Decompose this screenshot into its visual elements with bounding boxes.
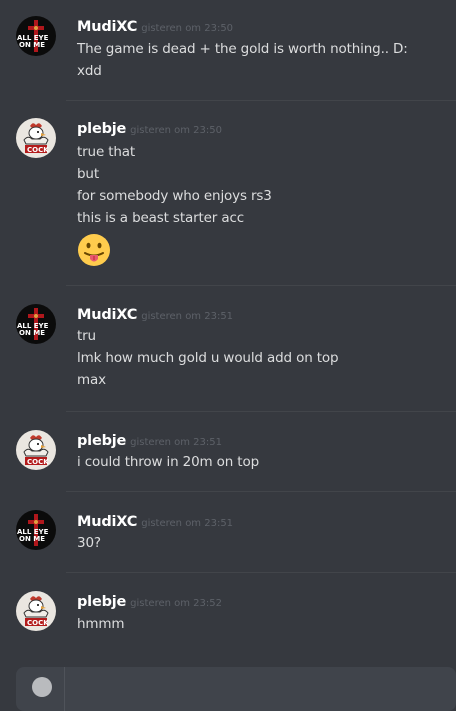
message-text: lmk how much gold u would add on top [77, 350, 339, 366]
message-group: COCK plebje gisteren om 23:50 true that b… [0, 101, 456, 284]
chat-message-list: ALL EYE ON ME MudiXC gisteren om 23:50 Th… [0, 0, 456, 711]
message-input-box[interactable] [16, 667, 456, 711]
message-content: 30? [77, 532, 447, 554]
message-text: but [77, 166, 99, 182]
message-text: tru [77, 328, 96, 344]
username[interactable]: plebje [77, 433, 126, 449]
timestamp: gisteren om 23:51 [141, 518, 234, 529]
message-header: MudiXC gisteren om 23:50 [77, 16, 233, 35]
timestamp: gisteren om 23:50 [141, 23, 234, 34]
username[interactable]: plebje [77, 121, 126, 137]
timestamp: gisteren om 23:51 [141, 311, 234, 322]
message-text: i could throw in 20m on top [77, 454, 259, 470]
message-content: hmmm [77, 613, 447, 635]
message-header: plebje gisteren om 23:52 [77, 591, 222, 610]
message-content: tru lmk how much gold u would add on top… [77, 325, 447, 391]
stuck-out-tongue-emoji[interactable] [77, 233, 111, 267]
message-text: true that [77, 144, 136, 160]
avatar-plebje[interactable]: COCK [16, 591, 56, 631]
avatar-mudixc[interactable]: ALL EYE ON ME [16, 16, 56, 56]
message-text: this is a beast starter acc [77, 210, 244, 226]
avatar-text-bottom: ON ME [19, 329, 45, 337]
message-text: hmmm [77, 616, 125, 632]
message-group: ALL EYE ON ME MudiXC gisteren om 23:51 tr… [0, 286, 456, 410]
message-group: COCK plebje gisteren om 23:51 i could thr… [0, 412, 456, 491]
avatar-mudixc[interactable]: ALL EYE ON ME [16, 510, 56, 550]
message-text: max [77, 372, 106, 388]
message-group: ALL EYE ON ME MudiXC gisteren om 23:50 Th… [0, 0, 456, 100]
avatar-text: COCK [27, 146, 49, 154]
avatar-text-bottom: ON ME [19, 535, 45, 543]
message-text: for somebody who enjoys rs3 [77, 188, 272, 204]
username[interactable]: MudiXC [77, 307, 137, 323]
message-group: ALL EYE ON ME MudiXC gisteren om 23:51 30… [0, 492, 456, 572]
avatar-mudixc[interactable]: ALL EYE ON ME [16, 304, 56, 344]
composer-divider [64, 667, 65, 711]
message-content: i could throw in 20m on top [77, 451, 447, 473]
message-header: plebje gisteren om 23:50 [77, 118, 222, 137]
message-group: COCK plebje gisteren om 23:52 hmmm [0, 573, 456, 661]
avatar-text: COCK [27, 458, 49, 466]
message-header: plebje gisteren om 23:51 [77, 430, 222, 449]
avatar-plebje[interactable]: COCK [16, 430, 56, 470]
timestamp: gisteren om 23:51 [130, 437, 222, 448]
plus-circle-icon[interactable] [32, 677, 52, 697]
avatar-text-bottom: ON ME [19, 41, 45, 49]
username[interactable]: MudiXC [77, 514, 137, 530]
message-header: MudiXC gisteren om 23:51 [77, 511, 233, 530]
message-text: 30? [77, 535, 101, 551]
username[interactable]: plebje [77, 594, 126, 610]
message-text: xdd [77, 63, 102, 79]
avatar-text: COCK [27, 619, 49, 627]
message-emoji-row [77, 229, 447, 269]
message-content: true that but for somebody who enjoys rs… [77, 141, 447, 269]
avatar-plebje[interactable]: COCK [16, 118, 56, 158]
message-content: The game is dead + the gold is worth not… [77, 38, 447, 82]
timestamp: gisteren om 23:50 [130, 125, 222, 136]
message-text: The game is dead + the gold is worth not… [77, 41, 408, 57]
timestamp: gisteren om 23:52 [130, 598, 222, 609]
username[interactable]: MudiXC [77, 19, 137, 35]
message-header: MudiXC gisteren om 23:51 [77, 304, 233, 323]
